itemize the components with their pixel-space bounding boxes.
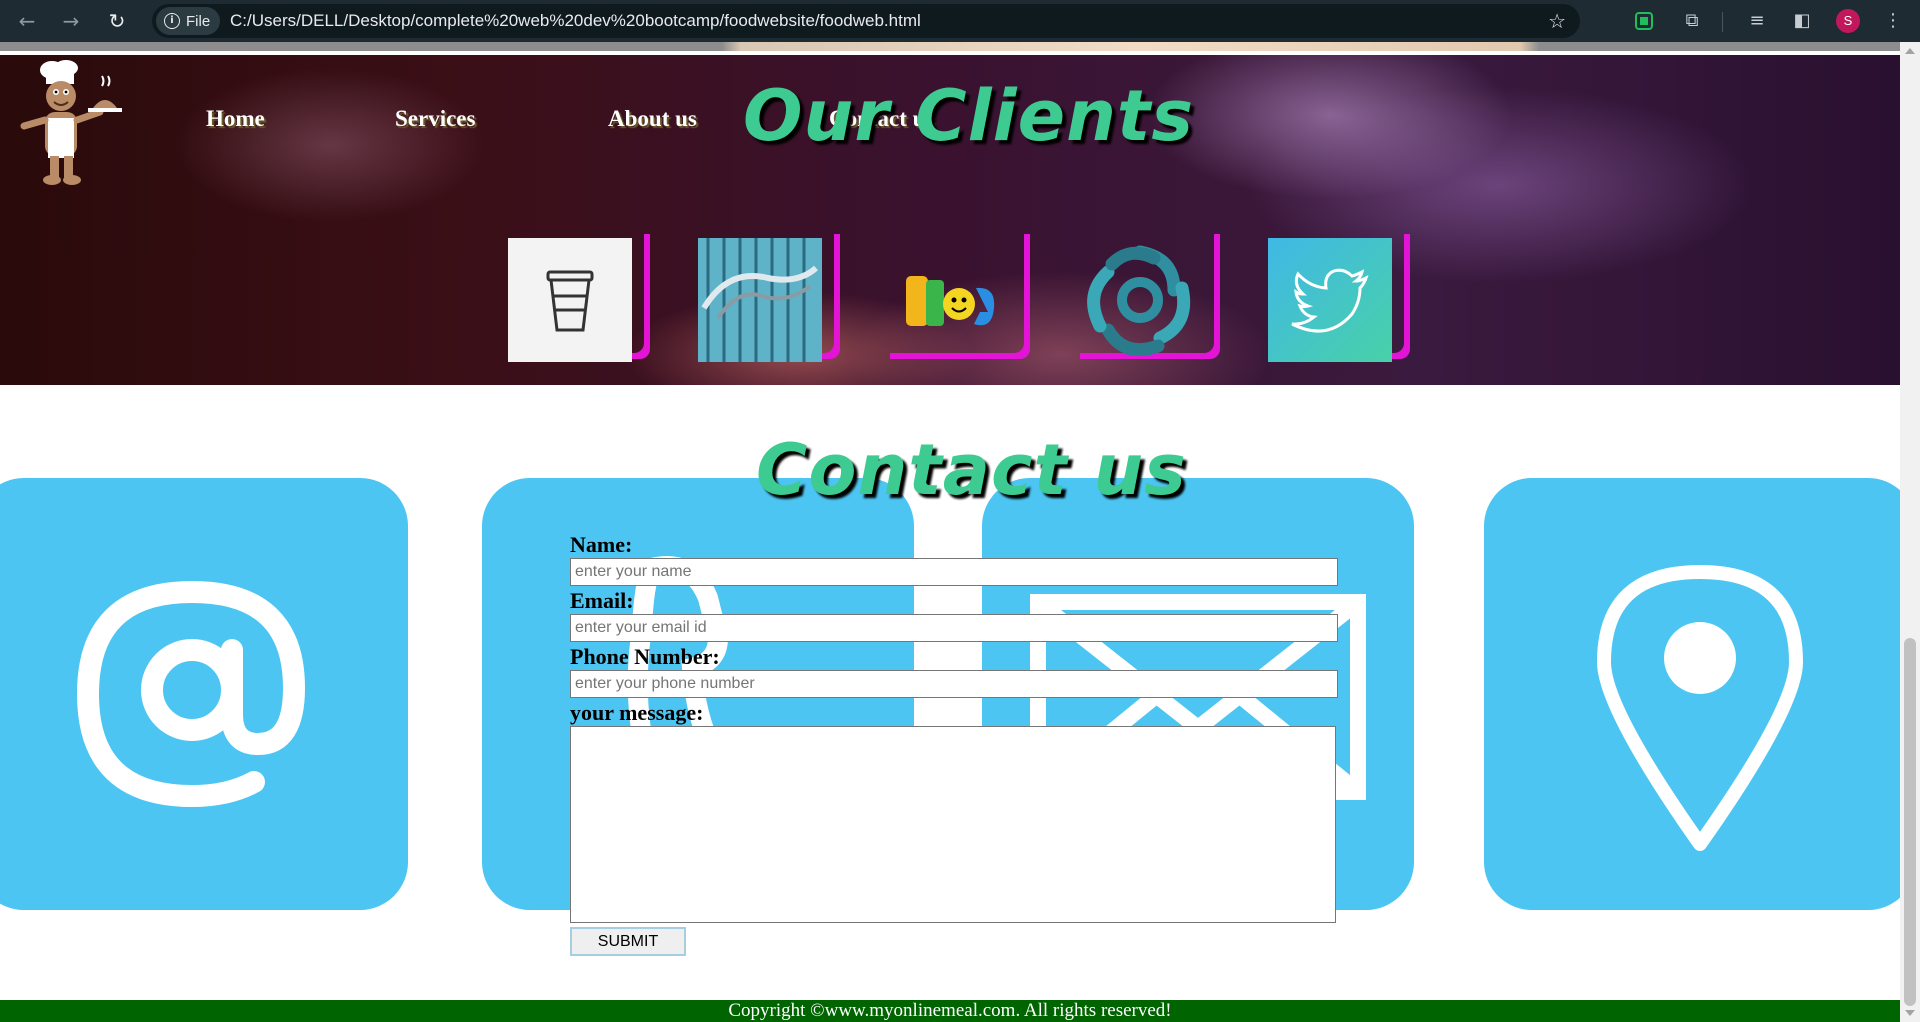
page-viewport: Home Services About us Contact us Our Cl… [0, 42, 1900, 1022]
back-icon[interactable]: ← [12, 6, 42, 36]
name-field[interactable] [570, 558, 1338, 586]
toolbar-divider [1722, 12, 1723, 32]
extension-icon[interactable] [1635, 12, 1653, 30]
scrollbar-thumb[interactable] [1904, 638, 1916, 1006]
at-sign-icon [76, 580, 306, 808]
submit-button[interactable]: SUBMIT [570, 927, 686, 956]
address-bar[interactable]: i File C:/Users/DELL/Desktop/complete%20… [152, 4, 1580, 38]
knot-logo [1087, 245, 1191, 356]
browser-toolbar: ← → ↻ i File C:/Users/DELL/Desktop/compl… [0, 0, 1920, 42]
forward-icon[interactable]: → [56, 6, 86, 36]
menu-kebab-icon[interactable]: ⋮ [1880, 8, 1906, 34]
scroll-up-arrow-icon[interactable] [1905, 48, 1915, 54]
location-pin-icon [1597, 565, 1803, 851]
nav-home[interactable]: Home [206, 106, 265, 132]
site-info-chip[interactable]: i File [156, 7, 221, 35]
client-card-2[interactable] [694, 228, 834, 362]
message-label: your message: [570, 700, 704, 725]
client-card-1[interactable] [504, 228, 644, 362]
contact-title: Contact us [756, 429, 1187, 511]
footer-copyright: Copyright ©www.myonlinemeal.com. All rig… [0, 1000, 1900, 1022]
scroll-down-arrow-icon[interactable] [1905, 1010, 1915, 1016]
twitter-icon [1268, 238, 1392, 362]
phone-field[interactable] [570, 670, 1338, 698]
clients-title: Our Clients [743, 75, 1195, 157]
coffee-cup-icon [508, 238, 632, 362]
message-textarea[interactable] [570, 726, 1336, 923]
building-sign-logo [698, 238, 822, 362]
info-icon: i [164, 13, 180, 29]
client-card-5[interactable] [1264, 228, 1404, 362]
extensions-puzzle-icon[interactable]: ⧉ [1679, 8, 1705, 34]
side-panel-icon[interactable]: ◧ [1789, 8, 1815, 34]
blog-logo [906, 276, 995, 326]
profile-avatar[interactable]: S [1836, 9, 1860, 33]
media-control-icon[interactable]: ≡ [1744, 8, 1770, 34]
email-field[interactable] [570, 614, 1338, 642]
name-label: Name: [570, 532, 633, 557]
phone-label: Phone Number: [570, 644, 720, 669]
clients-section: Home Services About us Contact us Our Cl… [0, 55, 1900, 385]
email-label: Email: [570, 588, 634, 613]
location-tile [1484, 478, 1900, 910]
client-card-3[interactable] [884, 228, 1024, 353]
previous-section-edge [0, 42, 1900, 51]
url-text[interactable]: C:/Users/DELL/Desktop/complete%20web%20d… [230, 4, 921, 38]
chef-logo-icon[interactable] [18, 60, 126, 190]
page-scrollbar[interactable] [1900, 42, 1920, 1022]
nav-about[interactable]: About us [608, 106, 697, 132]
file-chip-label: File [186, 12, 211, 30]
reload-icon[interactable]: ↻ [102, 6, 132, 36]
bookmark-star-icon[interactable]: ☆ [1548, 4, 1566, 38]
nav-services[interactable]: Services [395, 106, 475, 132]
email-at-tile [0, 478, 408, 910]
client-card-4[interactable] [1074, 228, 1214, 356]
contact-form: Name: Email: Phone Number: your message:… [570, 532, 1340, 956]
